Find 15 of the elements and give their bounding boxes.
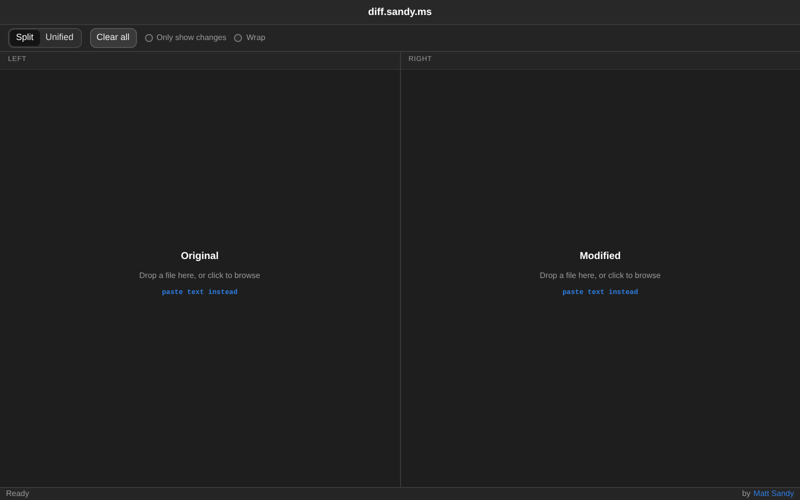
drop-hint: Drop a file here, or click to browse bbox=[540, 270, 661, 282]
view-mode-tab[interactable]: Split bbox=[10, 30, 40, 46]
checkbox[interactable] bbox=[144, 34, 153, 42]
clear-all-button[interactable]: Clear all bbox=[90, 28, 137, 48]
status-text: Ready bbox=[6, 488, 30, 500]
view-mode-tab[interactable]: Unified bbox=[40, 30, 80, 46]
option-label: Only show changes bbox=[156, 32, 226, 44]
pane-title: Modified bbox=[580, 250, 621, 264]
option-label: Wrap bbox=[246, 32, 266, 44]
drop-hint: Drop a file here, or click to browse bbox=[139, 270, 260, 282]
pane-title: Original bbox=[180, 250, 219, 264]
credit-text: by bbox=[742, 488, 751, 500]
window-title: diff.sandy.ms bbox=[368, 6, 432, 20]
author-link[interactable]: Matt Sandy bbox=[754, 488, 794, 500]
checkbox[interactable] bbox=[234, 34, 242, 42]
